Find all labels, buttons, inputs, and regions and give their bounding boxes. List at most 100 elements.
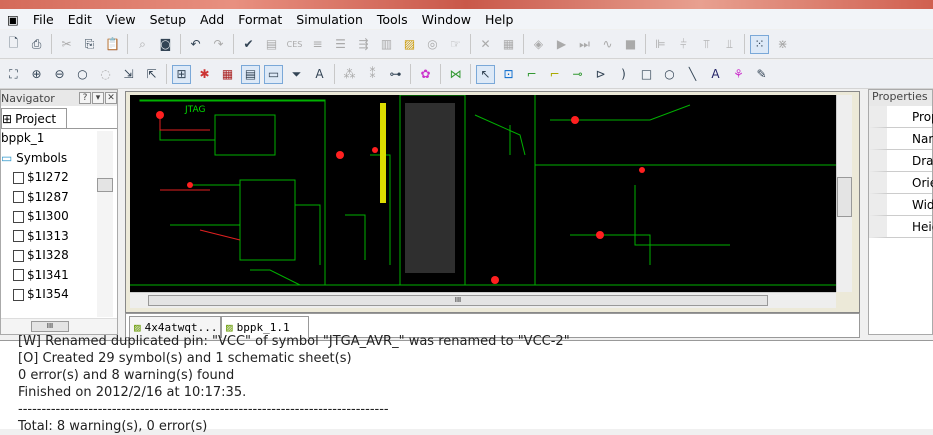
- wave-icon[interactable]: ∿: [598, 35, 617, 54]
- netlist-icon[interactable]: ≡: [308, 35, 327, 54]
- eye-icon[interactable]: ◎: [423, 35, 442, 54]
- view-toolbar: ⛶ ⊕ ⊖ ○ ◌ ⇲ ⇱ ⊞ ✱ ▦ ▤ ▭ ⏷ A ⁂ ⁑ ⊶ ✿ ⋈ ↖ …: [0, 60, 933, 89]
- menu-format[interactable]: Format: [231, 12, 289, 27]
- paste-icon[interactable]: 📋: [103, 35, 122, 54]
- filter-icon[interactable]: ⏷: [287, 65, 306, 84]
- attribute-icon[interactable]: ✎: [752, 65, 771, 84]
- play-icon[interactable]: ▶: [552, 35, 571, 54]
- menu-view[interactable]: View: [99, 12, 143, 27]
- print-icon[interactable]: ⎙: [27, 35, 46, 54]
- menu-help[interactable]: Help: [478, 12, 521, 27]
- chip-pink-icon[interactable]: ✿: [416, 65, 435, 84]
- menu-setup[interactable]: Setup: [143, 12, 193, 27]
- property-row[interactable]: Heig: [869, 216, 933, 238]
- cut-icon[interactable]: ✂: [57, 35, 76, 54]
- connectivity-icon[interactable]: ✱: [195, 65, 214, 84]
- bus-icon[interactable]: ⇶: [354, 35, 373, 54]
- grid-icon[interactable]: ⁙: [750, 34, 769, 54]
- add-component-icon[interactable]: ⊡: [499, 65, 518, 84]
- find-icon[interactable]: ⌕: [133, 35, 152, 54]
- align-center-icon[interactable]: ⫩: [674, 35, 693, 54]
- schematic-vertical-scrollbar[interactable]: [836, 95, 852, 292]
- tab-project[interactable]: ⊞ Project: [1, 108, 67, 128]
- rect-icon[interactable]: □: [637, 65, 656, 84]
- menu-tools[interactable]: Tools: [370, 12, 415, 27]
- align-bottom-icon[interactable]: ⫫: [720, 35, 739, 54]
- menu-simulation[interactable]: Simulation: [289, 12, 370, 27]
- fit-icon[interactable]: ⛶: [4, 65, 23, 84]
- navigator-horizontal-scrollbar[interactable]: III: [1, 318, 117, 334]
- line-icon[interactable]: ╲: [683, 65, 702, 84]
- probe-icon[interactable]: ◈: [529, 35, 548, 54]
- notes-icon[interactable]: ▨: [400, 35, 419, 54]
- menu-edit[interactable]: Edit: [61, 12, 99, 27]
- dropdown-icon[interactable]: ▾: [92, 92, 104, 104]
- output-icon[interactable]: ▭: [264, 64, 283, 84]
- circle-icon[interactable]: ○: [660, 65, 679, 84]
- wire-icon[interactable]: ⌐: [522, 65, 541, 84]
- component-icon[interactable]: ▤: [262, 35, 281, 54]
- app-icon[interactable]: ▣: [0, 12, 26, 27]
- route-icon[interactable]: ⋈: [446, 65, 465, 84]
- close-icon[interactable]: ✕: [105, 92, 117, 104]
- select-icon[interactable]: ↖: [476, 64, 495, 84]
- hier-icon[interactable]: ⊳: [591, 65, 610, 84]
- check-icon[interactable]: ✔: [239, 35, 258, 54]
- title-bar-background: [0, 0, 933, 9]
- copy-icon[interactable]: ⎘: [80, 35, 99, 54]
- chip-icon[interactable]: ▦: [499, 35, 518, 54]
- menu-file[interactable]: File: [26, 12, 61, 27]
- spreadsheet-icon[interactable]: ▦: [218, 65, 237, 84]
- menu-add[interactable]: Add: [193, 12, 231, 27]
- redo-icon[interactable]: ↷: [209, 35, 228, 54]
- folder-icon: ▭: [1, 150, 13, 165]
- output-line: 0 error(s) and 8 warning(s) found: [18, 368, 235, 383]
- help-icon[interactable]: ?: [79, 92, 91, 104]
- property-row[interactable]: Widt: [869, 194, 933, 216]
- zoom-icon[interactable]: ○: [73, 65, 92, 84]
- zoom-in-icon[interactable]: ⊕: [27, 65, 46, 84]
- new-icon[interactable]: 🗋: [4, 35, 23, 54]
- symbol-icon: [13, 288, 24, 301]
- ces-icon[interactable]: CES: [285, 35, 304, 54]
- bus-wire-icon[interactable]: ⌐: [545, 65, 564, 84]
- menu-window[interactable]: Window: [415, 12, 478, 27]
- delete-icon[interactable]: ✕: [476, 35, 495, 54]
- zoom-out-icon[interactable]: ⊖: [50, 65, 69, 84]
- snap-icon[interactable]: ⋇: [773, 35, 792, 54]
- list-icon[interactable]: ☰: [331, 35, 350, 54]
- binoculars-icon[interactable]: ◙: [156, 35, 175, 54]
- image-icon[interactable]: ⚘: [729, 65, 748, 84]
- symbol-icon: [13, 171, 24, 184]
- undo-icon[interactable]: ↶: [186, 35, 205, 54]
- properties-icon[interactable]: ▤: [241, 64, 260, 84]
- property-row[interactable]: Orier: [869, 172, 933, 194]
- schematic-horizontal-scrollbar[interactable]: III: [130, 292, 836, 308]
- menu-bar: ▣ File Edit View Setup Add Format Simula…: [0, 9, 933, 29]
- align-left-icon[interactable]: ⊫: [651, 35, 670, 54]
- zoom-area-icon[interactable]: ◌: [96, 65, 115, 84]
- hierarchy-icon[interactable]: ⊞: [172, 64, 191, 84]
- stop-icon[interactable]: ■: [621, 35, 640, 54]
- property-row[interactable]: Prop: [869, 106, 933, 128]
- arc-icon[interactable]: ): [614, 65, 633, 84]
- push-icon[interactable]: ⇲: [119, 65, 138, 84]
- pop-icon[interactable]: ⇱: [142, 65, 161, 84]
- hand-icon[interactable]: ☞: [446, 35, 465, 54]
- library-icon[interactable]: ▥: [377, 35, 396, 54]
- align-top-icon[interactable]: ⫪: [697, 35, 716, 54]
- navigator-vertical-scrollbar[interactable]: [97, 131, 113, 317]
- ungroup-icon[interactable]: ⁑: [363, 65, 382, 84]
- standard-toolbar: 🗋 ⎙ ✂ ⎘ 📋 ⌕ ◙ ↶ ↷ ✔ ▤ CES ≡ ☰ ⇶ ▥ ▨ ◎ ☞ …: [0, 30, 933, 59]
- text-icon[interactable]: A: [706, 65, 725, 84]
- step-icon[interactable]: ⏭: [575, 35, 594, 54]
- property-row[interactable]: Drav: [869, 150, 933, 172]
- group-icon[interactable]: ⁂: [340, 65, 359, 84]
- tree-icon[interactable]: ⊶: [386, 65, 405, 84]
- net-label-icon[interactable]: ⊸: [568, 65, 587, 84]
- output-line: [W] Renamed duplicated pin: "VCC" of sym…: [18, 334, 570, 349]
- property-row[interactable]: Nam: [869, 128, 933, 150]
- add-text-icon[interactable]: A: [310, 65, 329, 84]
- properties-title: Properties: [869, 90, 932, 106]
- schematic-canvas[interactable]: JTAG: [130, 95, 836, 292]
